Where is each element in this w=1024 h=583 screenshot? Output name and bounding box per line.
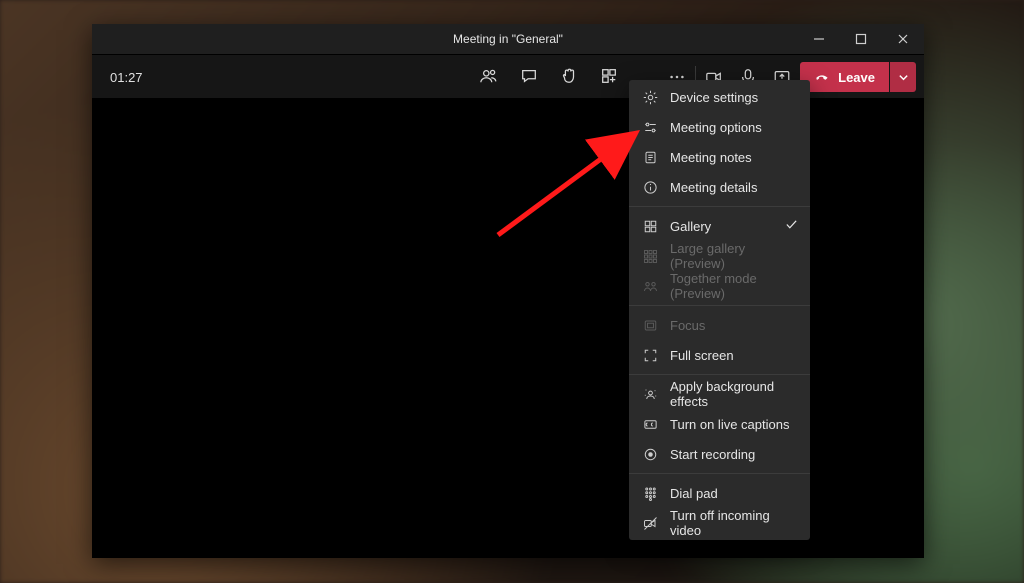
- raise-hand-icon[interactable]: [560, 67, 578, 88]
- menu-meeting-details[interactable]: Meeting details: [629, 172, 810, 202]
- menu-label: Turn on live captions: [670, 417, 789, 432]
- menu-label: Focus: [670, 318, 705, 333]
- leave-label: Leave: [838, 70, 875, 85]
- menu-label: Gallery: [670, 219, 711, 234]
- menu-separator: [629, 206, 810, 207]
- menu-label: Start recording: [670, 447, 755, 462]
- menu-label: Meeting details: [670, 180, 757, 195]
- menu-live-captions[interactable]: Turn on live captions: [629, 409, 810, 439]
- menu-full-screen[interactable]: Full screen: [629, 340, 810, 370]
- menu-separator: [629, 305, 810, 306]
- window-title: Meeting in "General": [453, 32, 563, 46]
- window-controls: [798, 24, 924, 54]
- menu-turn-off-incoming-video[interactable]: Turn off incoming video: [629, 508, 810, 538]
- menu-dial-pad[interactable]: Dial pad: [629, 478, 810, 508]
- menu-separator: [629, 473, 810, 474]
- toolbar-center-icons: [480, 55, 618, 99]
- menu-gallery[interactable]: Gallery: [629, 211, 810, 241]
- menu-separator: [629, 374, 810, 375]
- close-button[interactable]: [882, 24, 924, 54]
- call-timer: 01:27: [110, 70, 143, 85]
- chat-icon[interactable]: [520, 67, 538, 88]
- menu-label: Meeting notes: [670, 150, 752, 165]
- menu-large-gallery: Large gallery (Preview): [629, 241, 810, 271]
- maximize-button[interactable]: [840, 24, 882, 54]
- menu-label: Turn off incoming video: [670, 508, 796, 538]
- check-icon: [785, 218, 798, 234]
- breakout-rooms-icon[interactable]: [600, 67, 618, 88]
- menu-label: Together mode (Preview): [670, 271, 796, 301]
- titlebar: Meeting in "General": [92, 24, 924, 54]
- more-actions-menu: Device settings Meeting options Meeting …: [629, 80, 810, 540]
- menu-label: Large gallery (Preview): [670, 241, 796, 271]
- menu-meeting-options[interactable]: Meeting options: [629, 112, 810, 142]
- menu-label: Apply background effects: [670, 379, 796, 409]
- leave-button[interactable]: Leave: [800, 62, 889, 92]
- menu-background-effects[interactable]: Apply background effects: [629, 379, 810, 409]
- menu-start-recording[interactable]: Start recording: [629, 439, 810, 469]
- leave-button-group: Leave: [800, 62, 916, 92]
- people-icon[interactable]: [480, 67, 498, 88]
- menu-focus: Focus: [629, 310, 810, 340]
- menu-label: Device settings: [670, 90, 758, 105]
- menu-together-mode: Together mode (Preview): [629, 271, 810, 301]
- minimize-button[interactable]: [798, 24, 840, 54]
- menu-meeting-notes[interactable]: Meeting notes: [629, 142, 810, 172]
- leave-dropdown[interactable]: [890, 62, 916, 92]
- menu-label: Full screen: [670, 348, 734, 363]
- menu-device-settings[interactable]: Device settings: [629, 82, 810, 112]
- menu-label: Dial pad: [670, 486, 718, 501]
- menu-label: Meeting options: [670, 120, 762, 135]
